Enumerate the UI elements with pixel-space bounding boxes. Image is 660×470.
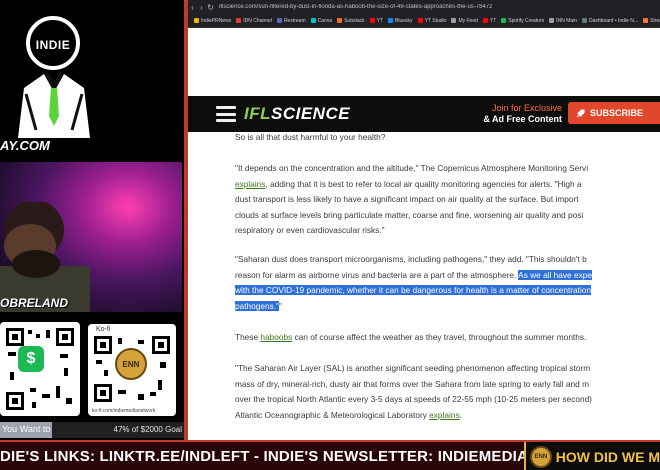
article-paragraph: "It depends on the concentration and the… [235, 163, 589, 236]
article-paragraph: These haboobs can of course affect the w… [235, 332, 587, 342]
webcam-feed: OBRELAND [0, 162, 182, 312]
bookmark-favicon-icon [388, 18, 394, 23]
news-ticker: DIE'S LINKS: LINKTR.EE/INDLEFT - INDIE'S… [0, 440, 660, 470]
bookmark-item[interactable]: My Feed [451, 18, 478, 24]
bookmark-item[interactable]: YT [482, 18, 496, 24]
bookmark-favicon-icon [417, 18, 423, 23]
browser-window: ‹ › ↻ iflscience.com/sun-filtered-by-dus… [188, 0, 660, 440]
logo-url: AY.COM [0, 138, 50, 153]
bookmark-item[interactable]: Dashboard • Indie N... [581, 18, 638, 24]
bookmark-favicon-icon [310, 18, 316, 23]
bookmark-item[interactable]: YT Studio [417, 18, 446, 24]
haboobs-link[interactable]: haboobs [260, 332, 292, 342]
bookmark-favicon-icon [482, 18, 488, 23]
bookmark-favicon-icon [194, 18, 199, 23]
bookmark-favicon-icon [276, 18, 282, 23]
stream-overlay: INDIE AY.COM OBRELAND $ ENN Ko-fi ko-fi.… [0, 0, 188, 440]
bookmark-favicon-icon [451, 18, 457, 23]
explains-link[interactable]: explains [429, 410, 459, 420]
bookmark-item[interactable]: Streamfeed [642, 18, 660, 24]
bookmark-favicon-icon [549, 18, 555, 23]
enn-logo-icon: ENN [530, 446, 552, 468]
site-header: IFLSCIENCE Join for Exclusive & Ad Free … [188, 96, 660, 132]
donation-goal-bar: You Want to 47% of $2000 Goal [0, 422, 184, 438]
enn-logo-icon: ENN [115, 348, 147, 380]
bookmark-favicon-icon [581, 18, 587, 23]
article-paragraph: "Saharan dust does transport microorgani… [235, 254, 592, 311]
bookmark-item[interactable]: IDN Channel [236, 18, 272, 24]
selected-text[interactable]: pathogens." [235, 300, 280, 311]
bookmark-item[interactable]: IndiePRNews [194, 18, 231, 24]
bookmark-item[interactable]: Substack [337, 18, 365, 24]
kofi-url: ko-fi.com/indiemedianetwork [92, 408, 156, 414]
selected-text[interactable]: As we all have expe [518, 269, 592, 280]
selected-text[interactable]: with the COVID-19 pandemic, whether it c… [235, 285, 592, 296]
promo-line-2: & Ad Free Content [483, 114, 562, 124]
bookmark-favicon-icon [501, 18, 507, 23]
article-paragraph: "The Saharan Air Layer (SAL) is another … [235, 363, 592, 420]
streamer-name: OBRELAND [0, 296, 68, 310]
bookmark-item[interactable]: INN Main [549, 18, 577, 24]
back-icon[interactable]: ‹ [188, 3, 197, 12]
subscribe-label: SUBSCRIBE [590, 108, 644, 118]
indie-logo: INDIE [8, 6, 98, 146]
subscribe-button[interactable]: SUBSCRIBE [568, 102, 660, 124]
bookmark-favicon-icon [369, 18, 375, 23]
forward-icon[interactable]: › [197, 3, 206, 12]
kofi-qr-code[interactable]: ENN [88, 324, 176, 416]
rocket-icon [576, 108, 585, 117]
cashapp-icon: $ [18, 346, 44, 372]
logo-text: INDIE [35, 38, 71, 52]
bookmark-item[interactable]: Canva [310, 18, 332, 24]
bookmark-favicon-icon [236, 18, 242, 23]
ticker-badge: ENN HOW DID WE M [524, 442, 660, 470]
reload-icon[interactable]: ↻ [206, 3, 215, 12]
ticker-slogan: HOW DID WE M [555, 449, 660, 465]
bookmark-favicon-icon [642, 18, 648, 23]
kofi-label: Ko-fi [94, 326, 113, 333]
promo-line-1: Join for Exclusive [491, 103, 562, 113]
cashapp-qr-code[interactable]: $ [0, 322, 80, 416]
goal-status: 47% of $2000 Goal [113, 425, 183, 434]
address-bar[interactable]: ‹ › ↻ iflscience.com/sun-filtered-by-dus… [188, 0, 660, 14]
site-logo[interactable]: IFLSCIENCE [244, 104, 350, 124]
bookmark-item[interactable]: Restream [276, 18, 306, 24]
goal-caption: You Want to [2, 424, 51, 434]
screen: INDIE AY.COM OBRELAND $ ENN Ko-fi ko-fi.… [0, 0, 660, 470]
bookmark-item[interactable]: YT [369, 18, 383, 24]
ticker-text: DIE'S LINKS: LINKTR.EE/INDLEFT - INDIE'S… [0, 448, 582, 465]
explains-link[interactable]: explains [235, 179, 265, 189]
bookmarks-bar: IndiePRNews IDN Channel Restream Canva Subst… [188, 14, 660, 28]
bookmark-favicon-icon [337, 18, 343, 23]
url-text[interactable]: iflscience.com/sun-filtered-by-dust-in-f… [219, 4, 492, 10]
bookmark-item[interactable]: Spotify Creators [501, 18, 544, 24]
article-paragraph: So is all that dust harmful to your heal… [235, 132, 386, 142]
membership-promo[interactable]: Join for Exclusive & Ad Free Content [474, 103, 562, 125]
bookmark-item[interactable]: Bluesky [388, 18, 413, 24]
menu-icon[interactable] [216, 106, 236, 122]
suit-icon [18, 72, 90, 138]
